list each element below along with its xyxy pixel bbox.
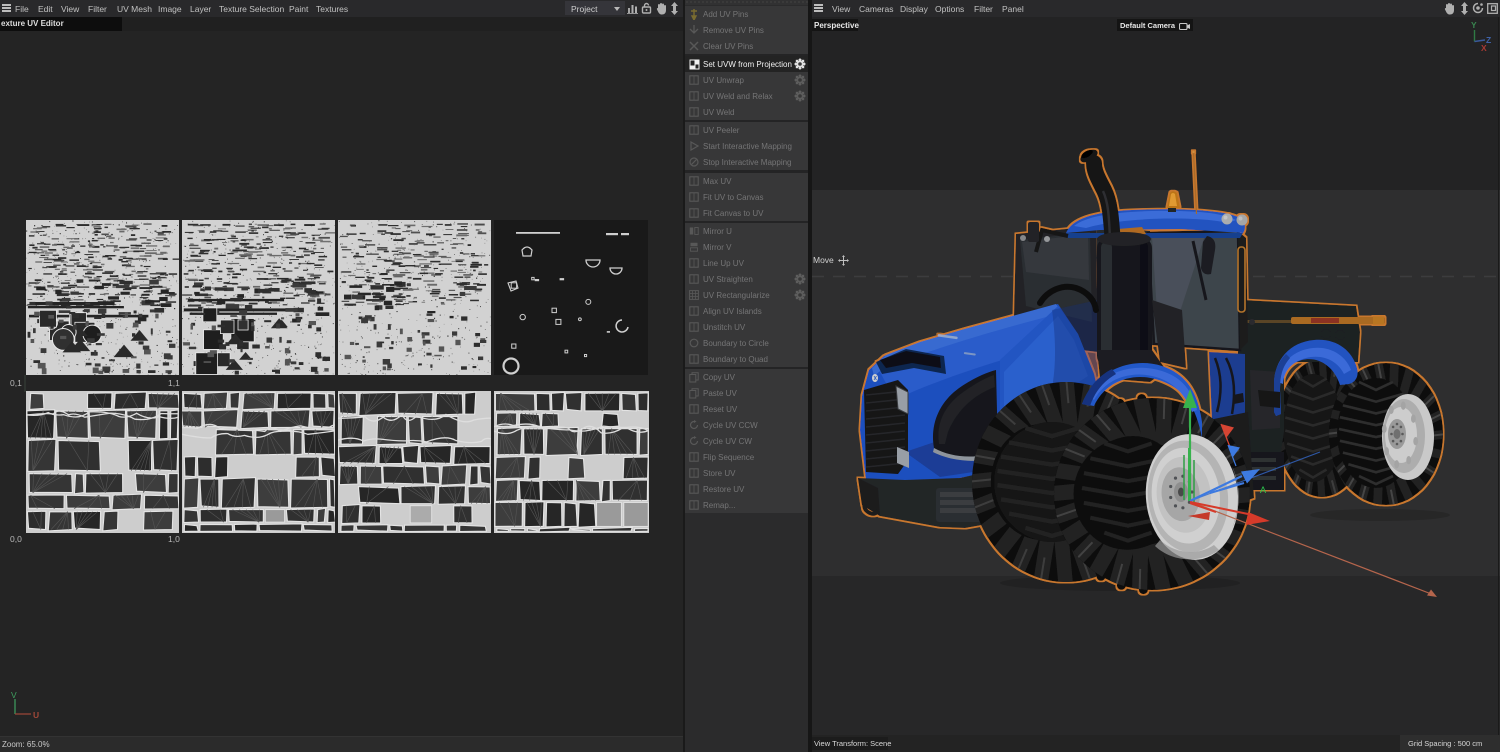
svg-text:A: A [1260, 485, 1266, 495]
svg-text:U: U [33, 710, 39, 720]
svg-text:1,0: 1,0 [168, 534, 180, 544]
svg-text:Z: Z [1486, 35, 1491, 45]
svg-text:X: X [1481, 43, 1487, 53]
svg-text:V: V [11, 690, 17, 700]
svg-text:Y: Y [1471, 20, 1477, 30]
svg-text:0,0: 0,0 [10, 534, 22, 544]
svg-text:0,1: 0,1 [10, 378, 22, 388]
svg-text:1,1: 1,1 [168, 378, 180, 388]
